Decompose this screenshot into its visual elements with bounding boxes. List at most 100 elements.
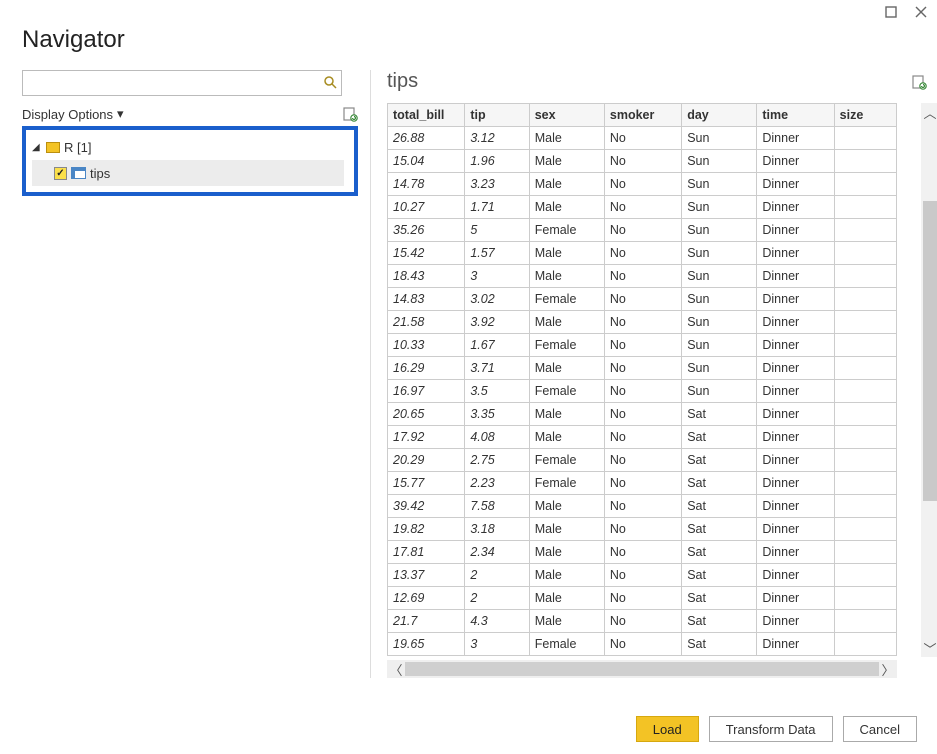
- maximize-button[interactable]: [883, 4, 899, 20]
- transform-data-button[interactable]: Transform Data: [709, 716, 833, 742]
- cell-size: [834, 587, 896, 610]
- table-row[interactable]: 19.823.18MaleNoSatDinner: [388, 518, 897, 541]
- table-row[interactable]: 18.433MaleNoSunDinner: [388, 265, 897, 288]
- cell-sex: Female: [529, 219, 604, 242]
- table-row[interactable]: 16.293.71MaleNoSunDinner: [388, 357, 897, 380]
- table-row[interactable]: 16.973.5FemaleNoSunDinner: [388, 380, 897, 403]
- table-header-row: total_bill tip sex smoker day time size: [388, 104, 897, 127]
- scroll-right-icon[interactable]: 〉: [879, 660, 897, 679]
- cell-total_bill: 15.77: [388, 472, 465, 495]
- cell-smoker: No: [604, 196, 681, 219]
- cell-sex: Male: [529, 150, 604, 173]
- cell-time: Dinner: [757, 426, 834, 449]
- vertical-scrollbar[interactable]: ︿ ﹀: [921, 103, 937, 657]
- cell-day: Sun: [682, 357, 757, 380]
- scroll-track[interactable]: [921, 121, 937, 639]
- cell-total_bill: 10.33: [388, 334, 465, 357]
- cell-sex: Male: [529, 564, 604, 587]
- table-row[interactable]: 21.74.3MaleNoSatDinner: [388, 610, 897, 633]
- table-row[interactable]: 20.653.35MaleNoSatDinner: [388, 403, 897, 426]
- refresh-left-icon[interactable]: [342, 106, 358, 122]
- cell-day: Sat: [682, 426, 757, 449]
- hscroll-thumb[interactable]: [405, 662, 879, 676]
- preview-pane: tips total_bill tip sex smoker day time …: [370, 70, 927, 678]
- col-tip[interactable]: tip: [465, 104, 529, 127]
- cell-tip: 7.58: [465, 495, 529, 518]
- cell-total_bill: 10.27: [388, 196, 465, 219]
- display-options-dropdown[interactable]: Display Options ▾: [22, 106, 124, 122]
- table-row[interactable]: 26.883.12MaleNoSunDinner: [388, 127, 897, 150]
- cell-day: Sat: [682, 610, 757, 633]
- cell-total_bill: 35.26: [388, 219, 465, 242]
- cell-tip: 1.67: [465, 334, 529, 357]
- table-row[interactable]: 17.812.34MaleNoSatDinner: [388, 541, 897, 564]
- cell-day: Sun: [682, 173, 757, 196]
- col-smoker[interactable]: smoker: [604, 104, 681, 127]
- table-row[interactable]: 14.783.23MaleNoSunDinner: [388, 173, 897, 196]
- table-row[interactable]: 15.041.96MaleNoSunDinner: [388, 150, 897, 173]
- cell-smoker: No: [604, 334, 681, 357]
- col-size[interactable]: size: [834, 104, 896, 127]
- table-row[interactable]: 15.421.57MaleNoSunDinner: [388, 242, 897, 265]
- search-input[interactable]: [27, 75, 323, 92]
- cell-tip: 3: [465, 633, 529, 656]
- col-day[interactable]: day: [682, 104, 757, 127]
- scroll-thumb[interactable]: [923, 201, 937, 501]
- table-row[interactable]: 15.772.23FemaleNoSatDinner: [388, 472, 897, 495]
- cell-smoker: No: [604, 380, 681, 403]
- search-input-wrap[interactable]: [22, 70, 342, 96]
- cell-day: Sun: [682, 265, 757, 288]
- tree-root-label: R [1]: [64, 140, 91, 155]
- cell-tip: 3.12: [465, 127, 529, 150]
- cell-time: Dinner: [757, 518, 834, 541]
- cell-sex: Female: [529, 380, 604, 403]
- tree-item-tips[interactable]: ✓ tips: [32, 160, 344, 186]
- table-row[interactable]: 10.331.67FemaleNoSunDinner: [388, 334, 897, 357]
- col-time[interactable]: time: [757, 104, 834, 127]
- table-row[interactable]: 10.271.71MaleNoSunDinner: [388, 196, 897, 219]
- refresh-preview-icon[interactable]: [911, 74, 927, 90]
- table-row[interactable]: 19.653FemaleNoSatDinner: [388, 633, 897, 656]
- cell-time: Dinner: [757, 564, 834, 587]
- cell-day: Sat: [682, 541, 757, 564]
- cell-smoker: No: [604, 127, 681, 150]
- cell-size: [834, 564, 896, 587]
- scroll-down-icon[interactable]: ﹀: [921, 639, 937, 657]
- cancel-button[interactable]: Cancel: [843, 716, 917, 742]
- cell-sex: Male: [529, 495, 604, 518]
- cell-sex: Female: [529, 449, 604, 472]
- checkbox-checked-icon[interactable]: ✓: [54, 167, 67, 180]
- cell-smoker: No: [604, 288, 681, 311]
- table-row[interactable]: 17.924.08MaleNoSatDinner: [388, 426, 897, 449]
- cell-tip: 3.02: [465, 288, 529, 311]
- table-row[interactable]: 35.265FemaleNoSunDinner: [388, 219, 897, 242]
- cell-size: [834, 426, 896, 449]
- table-row[interactable]: 20.292.75FemaleNoSatDinner: [388, 449, 897, 472]
- table-row[interactable]: 14.833.02FemaleNoSunDinner: [388, 288, 897, 311]
- table-row[interactable]: 39.427.58MaleNoSatDinner: [388, 495, 897, 518]
- col-total_bill[interactable]: total_bill: [388, 104, 465, 127]
- cell-total_bill: 14.78: [388, 173, 465, 196]
- cell-tip: 5: [465, 219, 529, 242]
- cell-time: Dinner: [757, 403, 834, 426]
- scroll-left-icon[interactable]: 〈: [387, 660, 405, 679]
- horizontal-scrollbar[interactable]: 〈 〉: [387, 660, 897, 678]
- cell-total_bill: 19.82: [388, 518, 465, 541]
- col-sex[interactable]: sex: [529, 104, 604, 127]
- scroll-up-icon[interactable]: ︿: [921, 103, 937, 121]
- cell-time: Dinner: [757, 219, 834, 242]
- table-row[interactable]: 21.583.92MaleNoSunDinner: [388, 311, 897, 334]
- cell-tip: 4.3: [465, 610, 529, 633]
- cell-size: [834, 173, 896, 196]
- cell-total_bill: 15.42: [388, 242, 465, 265]
- tree-root-node[interactable]: ◢ R [1]: [32, 134, 344, 160]
- cell-tip: 3.23: [465, 173, 529, 196]
- cell-size: [834, 610, 896, 633]
- cell-day: Sun: [682, 380, 757, 403]
- cell-sex: Female: [529, 288, 604, 311]
- close-button[interactable]: [913, 4, 929, 20]
- cell-sex: Male: [529, 610, 604, 633]
- table-row[interactable]: 13.372MaleNoSatDinner: [388, 564, 897, 587]
- table-row[interactable]: 12.692MaleNoSatDinner: [388, 587, 897, 610]
- load-button[interactable]: Load: [636, 716, 699, 742]
